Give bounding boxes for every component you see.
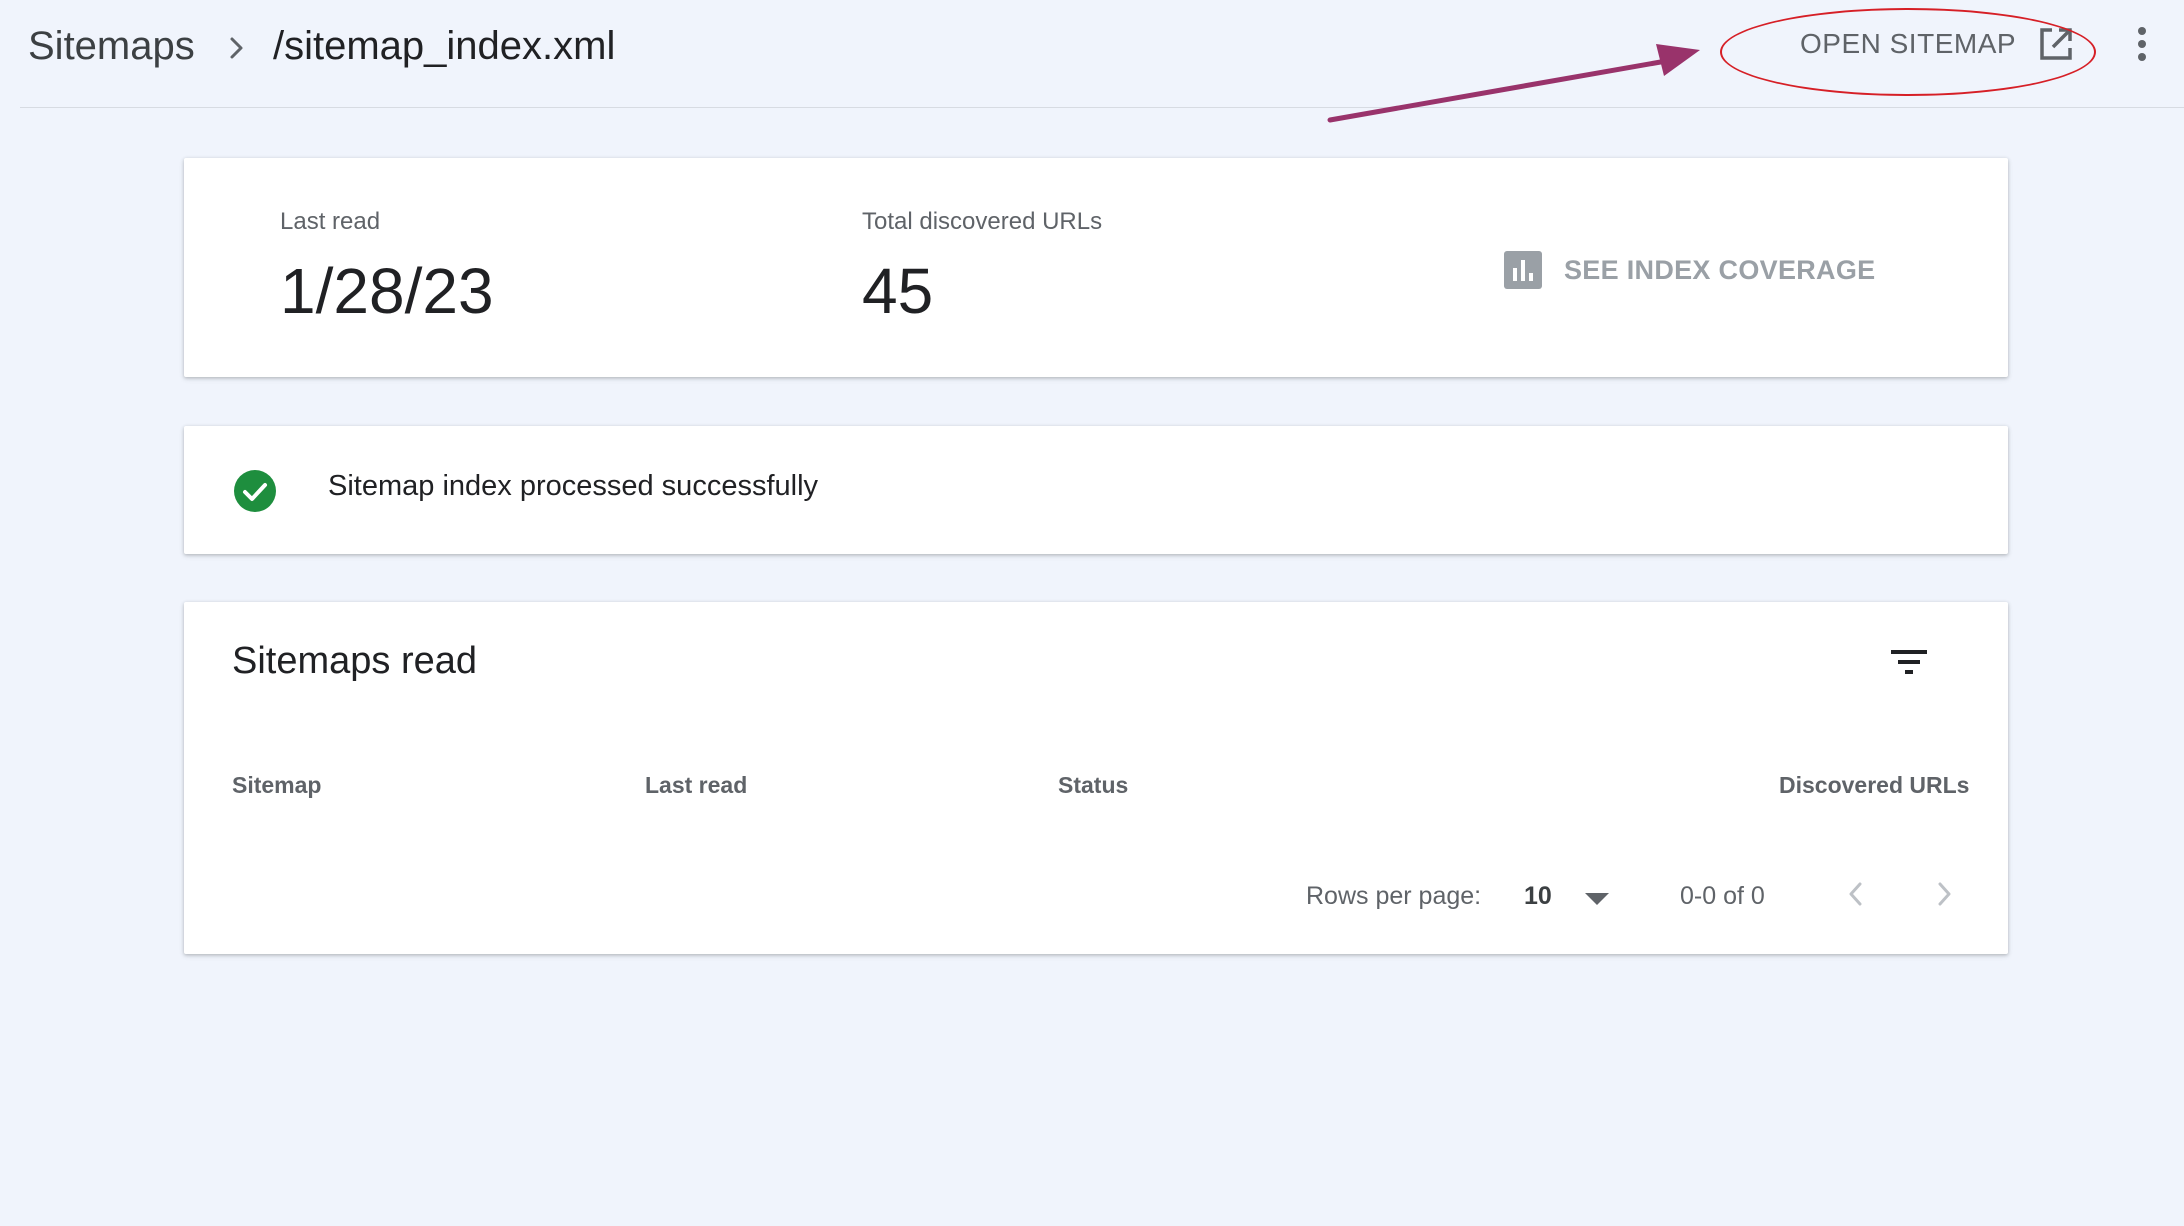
chevron-right-icon xyxy=(1938,882,1951,906)
more-options-button[interactable] xyxy=(2124,22,2160,66)
column-header-status[interactable]: Status xyxy=(1058,772,1128,799)
sitemaps-read-card: Sitemaps read Sitemap Last read Status D… xyxy=(184,602,2008,954)
more-vertical-icon xyxy=(2138,27,2146,61)
status-card: Sitemap index processed successfully xyxy=(184,426,2008,554)
filter-icon xyxy=(1891,650,1927,674)
pagination-range: 0-0 of 0 xyxy=(1680,882,1765,910)
rows-per-page-value: 10 xyxy=(1524,882,1552,910)
see-index-coverage-button[interactable]: SEE INDEX COVERAGE xyxy=(1504,250,1875,290)
chevron-right-icon xyxy=(221,28,253,68)
last-read-value: 1/28/23 xyxy=(280,255,494,327)
total-urls-value: 45 xyxy=(862,255,934,327)
table-title: Sitemaps read xyxy=(232,640,478,682)
caret-down-icon xyxy=(1585,893,1609,905)
status-message: Sitemap index processed successfully xyxy=(328,470,819,502)
annotation-ellipse xyxy=(1720,8,2096,96)
chevron-left-icon xyxy=(1849,882,1862,906)
see-index-coverage-label: SEE INDEX COVERAGE xyxy=(1564,254,1876,285)
previous-page-button[interactable] xyxy=(1836,872,1876,916)
page-title: /sitemap_index.xml xyxy=(273,24,616,68)
check-circle-icon xyxy=(234,470,276,517)
column-header-sitemap[interactable]: Sitemap xyxy=(232,772,321,799)
total-urls-label: Total discovered URLs xyxy=(862,208,1103,235)
summary-card: Last read 1/28/23 Total discovered URLs … xyxy=(184,158,2008,377)
rows-per-page-label: Rows per page: xyxy=(1306,882,1482,910)
column-header-last-read[interactable]: Last read xyxy=(645,772,747,799)
rows-per-page-select[interactable]: 10 xyxy=(1524,874,1620,918)
next-page-button[interactable] xyxy=(1924,872,1964,916)
breadcrumb-root-link[interactable]: Sitemaps xyxy=(28,24,195,69)
filter-button[interactable] xyxy=(1888,644,1930,686)
bar-chart-icon xyxy=(1504,251,1542,289)
last-read-label: Last read xyxy=(280,208,381,235)
column-header-discovered-urls[interactable]: Discovered URLs xyxy=(1779,772,1969,799)
